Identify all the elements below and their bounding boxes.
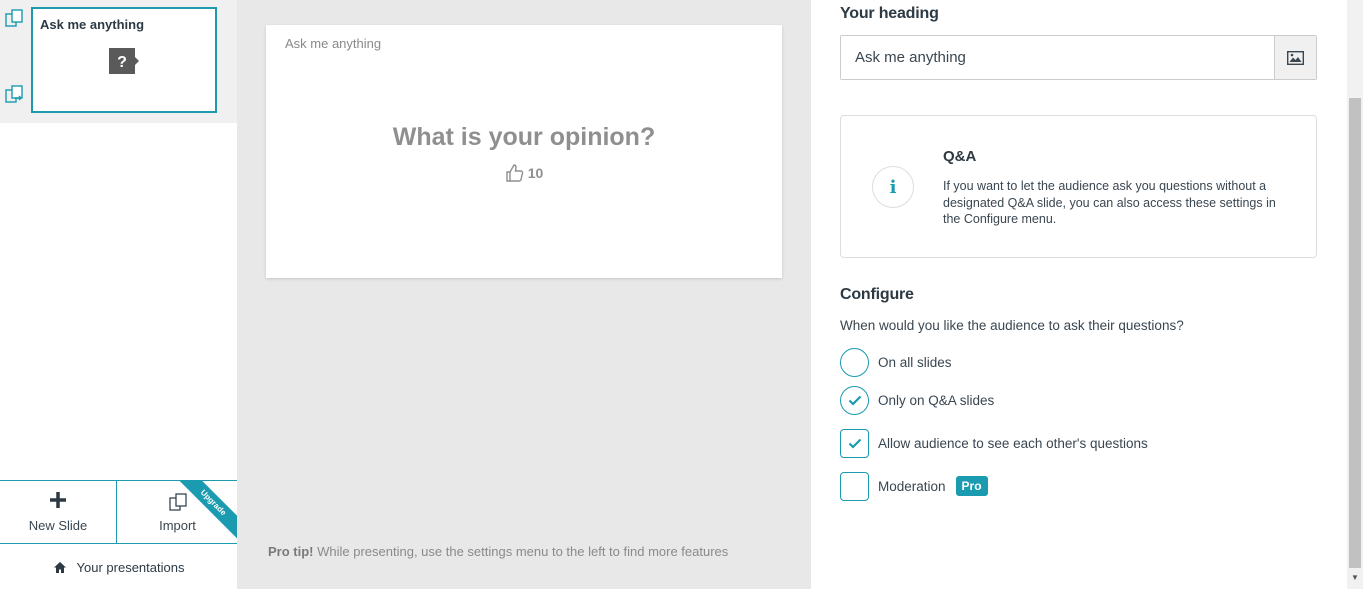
slide-row: Ask me anything ? <box>0 0 237 123</box>
moderation-checkbox[interactable] <box>840 471 869 501</box>
all-slides-label: On all slides <box>878 354 952 370</box>
scrollbar[interactable]: ▼ <box>1347 0 1363 589</box>
new-slide-button[interactable]: New Slide <box>0 481 117 543</box>
add-image-button[interactable] <box>1274 36 1316 79</box>
your-presentations-link[interactable]: Your presentations <box>0 545 237 589</box>
pro-tip-bold: Pro tip! <box>268 544 314 559</box>
configure-question: When would you like the audience to ask … <box>840 318 1184 333</box>
heading-field <box>840 35 1317 80</box>
new-slide-label: New Slide <box>28 518 88 533</box>
option-all-slides[interactable]: On all slides <box>840 347 952 377</box>
qa-slides-radio[interactable] <box>840 385 869 415</box>
info-text: If you want to let the audience ask you … <box>943 179 1276 226</box>
qa-info-box: i Q&A If you want to let the audience as… <box>840 115 1317 258</box>
heading-label: Your heading <box>840 5 939 22</box>
pro-badge: Pro <box>955 476 988 496</box>
check-icon <box>848 438 861 449</box>
likes-count: 10 <box>527 165 544 181</box>
slide-thumbnail[interactable]: Ask me anything ? <box>31 7 217 113</box>
pro-tip: Pro tip! While presenting, use the setti… <box>268 544 728 559</box>
see-others-label: Allow audience to see each other's quest… <box>878 435 1148 451</box>
slide-heading: Ask me anything <box>285 36 382 51</box>
slide-canvas: Ask me anything What is your opinion? 10… <box>237 0 811 589</box>
copy-to-presentation-icon[interactable] <box>4 84 26 106</box>
scrollbar-thumb[interactable] <box>1349 98 1361 568</box>
option-moderation[interactable]: Moderation Pro <box>840 471 988 501</box>
slide-thumbnail-title: Ask me anything <box>40 17 145 32</box>
home-icon <box>53 561 66 573</box>
image-icon <box>1287 50 1304 65</box>
option-see-others[interactable]: Allow audience to see each other's quest… <box>840 428 1148 458</box>
duplicate-slide-icon[interactable] <box>4 8 26 30</box>
pro-tip-text: While presenting, use the settings menu … <box>313 544 729 559</box>
thumbs-up-icon <box>506 164 523 182</box>
qa-slides-label: Only on Q&A slides <box>878 392 995 408</box>
see-others-checkbox[interactable] <box>840 428 869 458</box>
configure-label: Configure <box>840 286 914 303</box>
question-bubble-icon: ? <box>108 47 139 75</box>
your-presentations-label: Your presentations <box>76 559 185 575</box>
slides-sidebar: Ask me anything ? New Slide Import Upgra… <box>0 0 237 589</box>
heading-input[interactable] <box>841 36 1275 79</box>
settings-panel: Your heading i Q&A If you want to let th… <box>811 0 1347 589</box>
info-icon: i <box>872 166 914 208</box>
all-slides-radio[interactable] <box>840 347 869 377</box>
moderation-label: Moderation <box>878 478 946 494</box>
slide-preview[interactable]: Ask me anything What is your opinion? 10 <box>266 25 782 278</box>
plus-icon <box>50 492 66 508</box>
likes-counter: 10 <box>266 163 782 183</box>
option-qa-slides[interactable]: Only on Q&A slides <box>840 385 994 415</box>
slide-question: What is your opinion? <box>392 123 656 151</box>
info-title: Q&A <box>943 148 977 165</box>
slide-tools: New Slide Import Upgrade <box>0 480 237 544</box>
import-icon <box>168 493 187 511</box>
svg-text:?: ? <box>117 54 127 71</box>
scroll-down-arrow-icon[interactable]: ▼ <box>1350 573 1360 583</box>
check-icon <box>848 395 861 406</box>
